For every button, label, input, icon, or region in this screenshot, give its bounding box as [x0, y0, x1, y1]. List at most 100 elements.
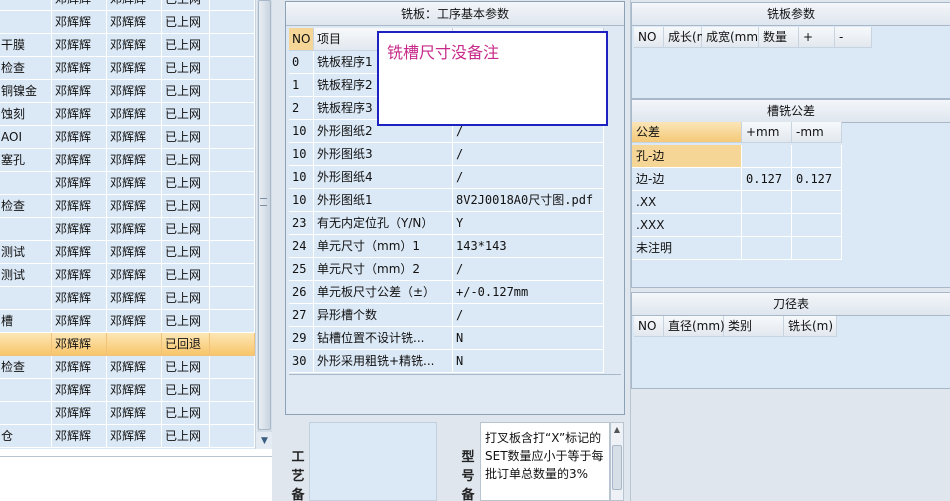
table-row[interactable]: 测试 邓辉辉 邓辉辉 已上网 — [0, 264, 255, 287]
table-row[interactable]: 10 外形图纸3/ — [289, 143, 604, 166]
table-row[interactable]: 邓辉辉邓辉辉已上网 — [0, 11, 255, 34]
tolerance-name-cell[interactable]: 孔-边 — [632, 145, 742, 168]
table-row[interactable]: 邓辉辉邓辉辉已上网 — [0, 402, 255, 425]
reviewer-cell — [107, 333, 162, 356]
reviewer-cell: 邓辉辉 — [107, 287, 162, 310]
tolerance-minus-cell[interactable] — [792, 214, 842, 237]
right-params-panel: 铣板参数 NO 成长(mm) 成宽(mm) 数量 + - 槽铣公差 公差 +mm -mm 孔-边… — [630, 0, 950, 501]
board-params-header-4[interactable]: + — [799, 27, 835, 48]
scroll-up-arrow-icon[interactable]: ▲ — [611, 425, 623, 434]
status-cell: 已上网 — [162, 80, 210, 103]
board-params-header-2[interactable]: 成宽(mm) — [702, 27, 763, 48]
scroll-thumb[interactable] — [258, 0, 271, 430]
table-row[interactable]: 29 钻槽位置不设计铣... N — [289, 327, 604, 350]
table-row[interactable]: 邓辉辉邓辉辉已上网 — [0, 172, 255, 195]
table-row[interactable]: 邓辉辉 已回退 — [0, 333, 255, 356]
table-row[interactable]: 邓辉辉邓辉辉已上网 — [0, 0, 255, 11]
model-remark-field[interactable]: 打叉板含打“X”标记的SET数量应小于等于每批订单总数量的3% — [480, 422, 610, 501]
tools-header-0[interactable]: NO — [634, 316, 664, 337]
table-row[interactable]: 26 单元板尺寸公差（±） +/-0.127mm — [289, 281, 604, 304]
table-row[interactable]: 检查 邓辉辉 邓辉辉 已上网 — [0, 195, 255, 218]
extra-cell — [210, 195, 255, 218]
board-params-header-1[interactable]: 成长(mm) — [664, 27, 725, 48]
operator-cell: 邓辉辉 — [52, 195, 107, 218]
process-name-cell — [0, 379, 52, 402]
status-cell: 已上网 — [162, 241, 210, 264]
table-row[interactable]: 25 单元尺寸（mm）2/ — [289, 258, 604, 281]
tolerance-minus-cell[interactable] — [792, 145, 842, 168]
status-cell: 已上网 — [162, 264, 210, 287]
header-no[interactable]: NO — [289, 28, 314, 51]
tools-header-3[interactable]: 铣长(m) — [784, 316, 837, 337]
table-row[interactable]: 槽邓辉辉 邓辉辉 已上网 — [0, 310, 255, 333]
board-params-header-0[interactable]: NO — [634, 27, 664, 48]
table-row[interactable]: 邓辉辉邓辉辉已上网 — [0, 287, 255, 310]
table-row[interactable]: 邓辉辉邓辉辉已上网 — [0, 218, 255, 241]
table-row[interactable]: 铜镍金 邓辉辉 邓辉辉 已上网 — [0, 80, 255, 103]
process-name-cell: 蚀刻 — [0, 103, 52, 126]
table-row[interactable]: 检查 邓辉辉 邓辉辉 已上网 — [0, 356, 255, 379]
process-name-cell: 铜镍金 — [0, 80, 52, 103]
reviewer-cell: 邓辉辉 — [107, 264, 162, 287]
tolerance-name-cell[interactable]: .XXX — [632, 214, 742, 237]
tolerance-header-2[interactable]: -mm — [792, 122, 842, 143]
tolerance-name-cell[interactable]: 未注明 — [632, 237, 742, 260]
tolerance-name-cell[interactable]: .XX — [632, 191, 742, 214]
process-name-cell: 检查 — [0, 57, 52, 80]
tolerance-minus-cell[interactable] — [792, 237, 842, 260]
table-row[interactable]: AOI 邓辉辉 邓辉辉 已上网 — [0, 126, 255, 149]
table-row[interactable]: 仓邓辉辉 邓辉辉 已上网 — [0, 425, 255, 448]
table-row[interactable]: 检查 邓辉辉 邓辉辉 已上网 — [0, 57, 255, 80]
table-row[interactable]: 蚀刻 邓辉辉 邓辉辉 已上网 — [0, 103, 255, 126]
craft-remark-field[interactable] — [309, 422, 437, 501]
note-popup[interactable]: 铣槽尺寸没备注 — [377, 31, 608, 126]
table-row[interactable]: 干膜 邓辉辉 邓辉辉 已上网 — [0, 34, 255, 57]
process-name-cell — [0, 218, 52, 241]
tool-diameter-title: 刀径表 — [632, 293, 950, 316]
tools-header-1[interactable]: 直径(mm) — [664, 316, 725, 337]
tolerance-minus-cell[interactable] — [792, 191, 842, 214]
scroll-down-arrow-icon[interactable]: ▼ — [257, 434, 272, 448]
tolerance-name-cell[interactable]: 边-边 — [632, 168, 742, 191]
operator-cell: 邓辉辉 — [52, 218, 107, 241]
table-row[interactable]: 27 异形槽个数 / — [289, 304, 604, 327]
table-row[interactable]: 10 外形图纸4/ — [289, 166, 604, 189]
table-row[interactable]: 30 外形采用粗铣+精铣... N — [289, 350, 604, 373]
extra-cell — [210, 287, 255, 310]
tolerance-header-1[interactable]: +mm — [742, 122, 792, 143]
status-cell: 已上网 — [162, 103, 210, 126]
scroll-thumb[interactable] — [612, 445, 622, 490]
model-remark-scrollbar[interactable]: ▲ — [610, 422, 624, 501]
row-value-cell: N — [453, 327, 604, 350]
tolerance-plus-cell[interactable] — [742, 145, 792, 168]
operator-cell: 邓辉辉 — [52, 241, 107, 264]
tolerance-plus-cell[interactable] — [742, 191, 792, 214]
table-row[interactable]: 10 外形图纸1 8V2J0018A0尺寸图.pdf — [289, 189, 604, 212]
tools-header-2[interactable]: 类别 — [724, 316, 784, 337]
operator-cell: 邓辉辉 — [52, 379, 107, 402]
status-cell: 已上网 — [162, 172, 210, 195]
row-no-cell: 0 — [289, 51, 314, 74]
tolerance-plus-cell[interactable] — [742, 237, 792, 260]
extra-cell — [210, 264, 255, 287]
board-params-header-5[interactable]: - — [835, 27, 872, 48]
table-row[interactable]: 塞孔 邓辉辉 邓辉辉 已上网 — [0, 149, 255, 172]
table-row[interactable]: 邓辉辉邓辉辉已上网 — [0, 379, 255, 402]
tolerance-header-0[interactable]: 公差 — [632, 122, 742, 143]
operator-cell: 邓辉辉 — [52, 80, 107, 103]
reviewer-cell: 邓辉辉 — [107, 379, 162, 402]
tolerance-minus-cell[interactable]: 0.127 — [792, 168, 842, 191]
table-row[interactable]: 23 有无内定位孔（Y/N） Y — [289, 212, 604, 235]
tolerance-plus-cell[interactable]: 0.127 — [742, 168, 792, 191]
process-grid-scrollbar[interactable]: ▼ — [255, 0, 272, 449]
reviewer-cell: 邓辉辉 — [107, 356, 162, 379]
operator-cell: 邓辉辉 — [52, 34, 107, 57]
status-cell: 已上网 — [162, 126, 210, 149]
remarks-area: 工艺备 型号备 打叉板含打“X”标记的SET数量应小于等于每批订单总数量的3% … — [285, 420, 625, 501]
row-value-cell: / — [453, 258, 604, 281]
board-params-header-3[interactable]: 数量 — [759, 27, 799, 48]
table-row[interactable]: 测试 邓辉辉 邓辉辉 已上网 — [0, 241, 255, 264]
table-row[interactable]: 24 单元尺寸（mm）1 143*143 — [289, 235, 604, 258]
tolerance-plus-cell[interactable] — [742, 214, 792, 237]
params-table-footer — [289, 374, 621, 412]
